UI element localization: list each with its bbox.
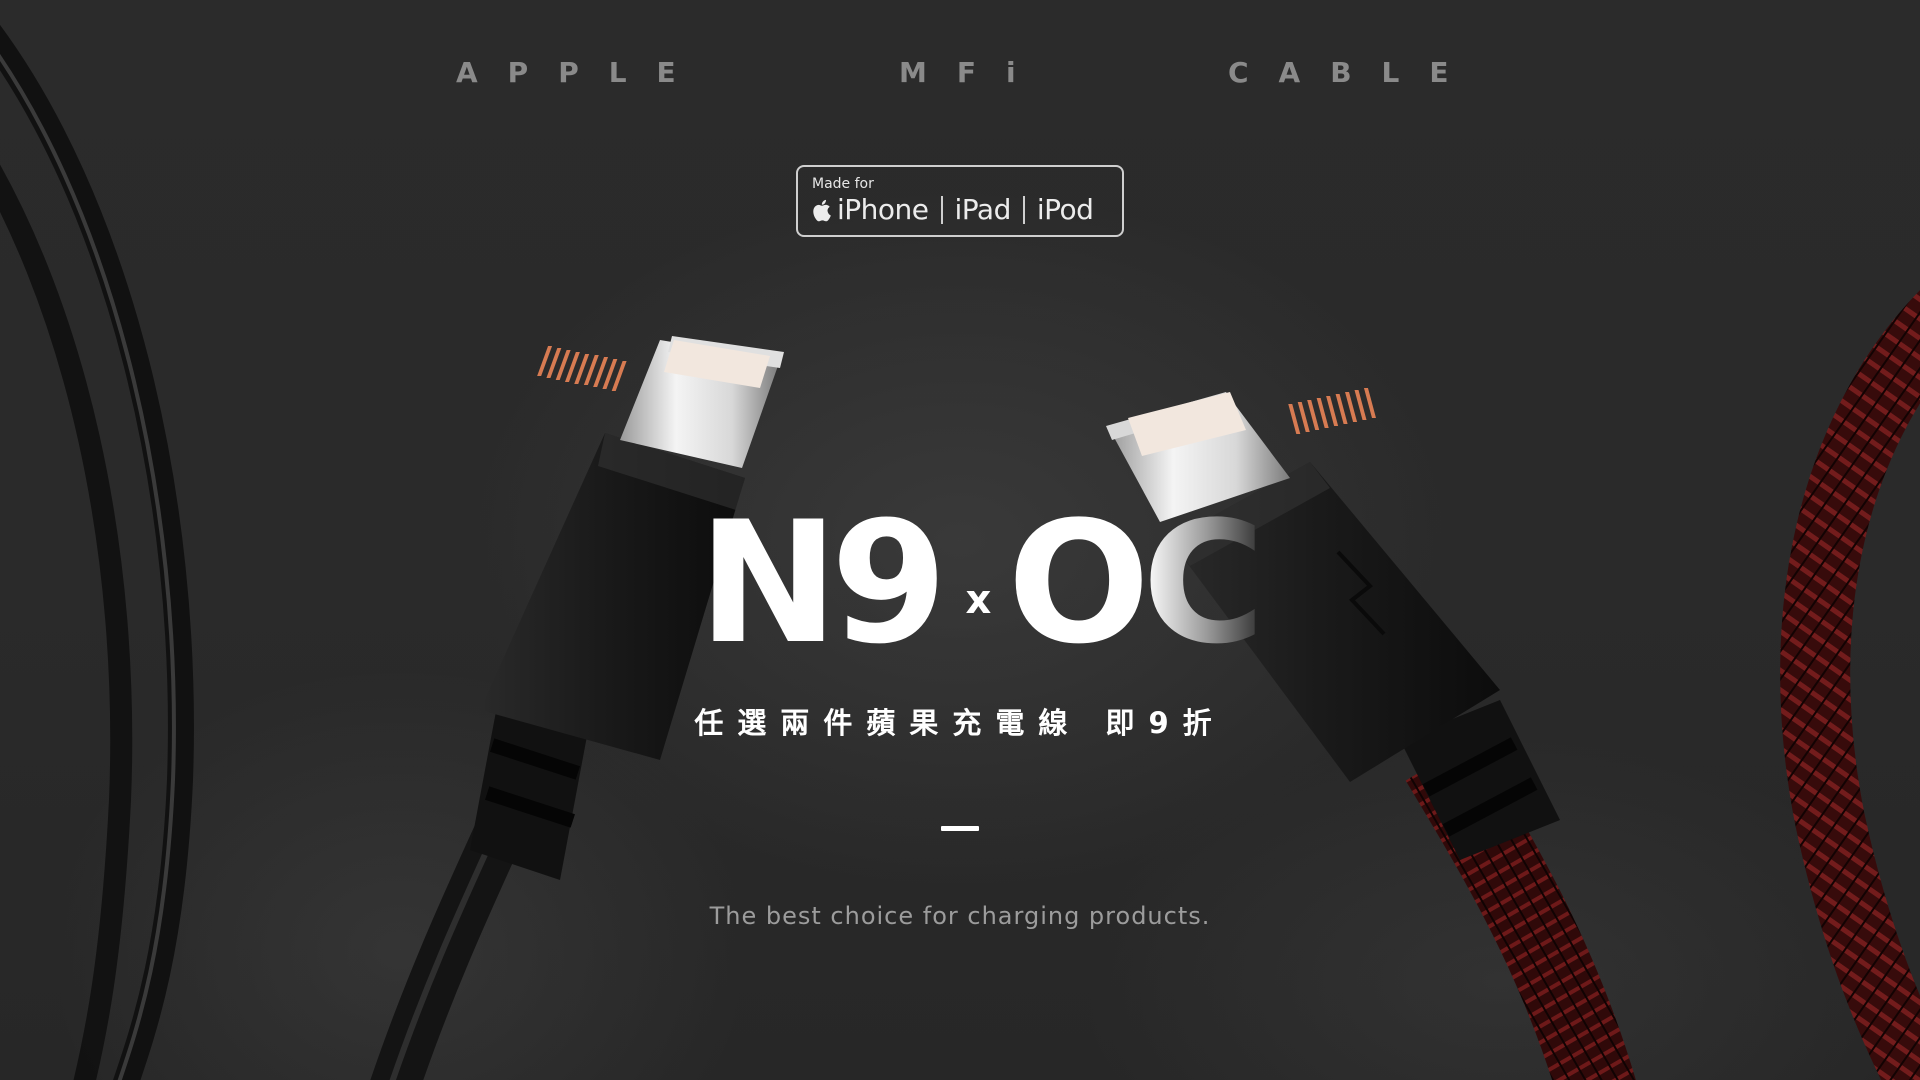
mfi-device-ipad: iPad	[954, 193, 1012, 226]
mfi-separator	[1022, 195, 1025, 224]
header-word-apple: APPLE	[456, 56, 706, 89]
mfi-made-for-label: Made for	[812, 176, 874, 192]
headline: N9 x OC	[698, 485, 1265, 681]
apple-icon	[812, 197, 834, 223]
mfi-certification-badge: Made for iPhone iPad iPod	[796, 165, 1124, 237]
right-braided-loop	[1780, 291, 1920, 1080]
mfi-device-iphone: iPhone	[837, 193, 929, 226]
headline-brand-right: OC	[1007, 485, 1265, 681]
mfi-device-ipod: iPod	[1036, 193, 1094, 226]
headline-joiner: x	[965, 577, 992, 623]
hero-banner: APPLE MFi CABLE Made for iPhone iPad iPo…	[0, 0, 1920, 1080]
promo-text: 任選兩件蘋果充電線 即9折	[694, 706, 1226, 740]
header-word-mfi: MFi	[899, 56, 1046, 89]
mfi-device-list: iPhone iPad iPod	[812, 193, 1094, 226]
header-word-cable: CABLE	[1228, 56, 1479, 89]
divider	[941, 826, 979, 831]
headline-brand-left: N9	[698, 485, 947, 681]
mfi-separator	[940, 195, 943, 224]
tagline: The best choice for charging products.	[709, 902, 1211, 930]
